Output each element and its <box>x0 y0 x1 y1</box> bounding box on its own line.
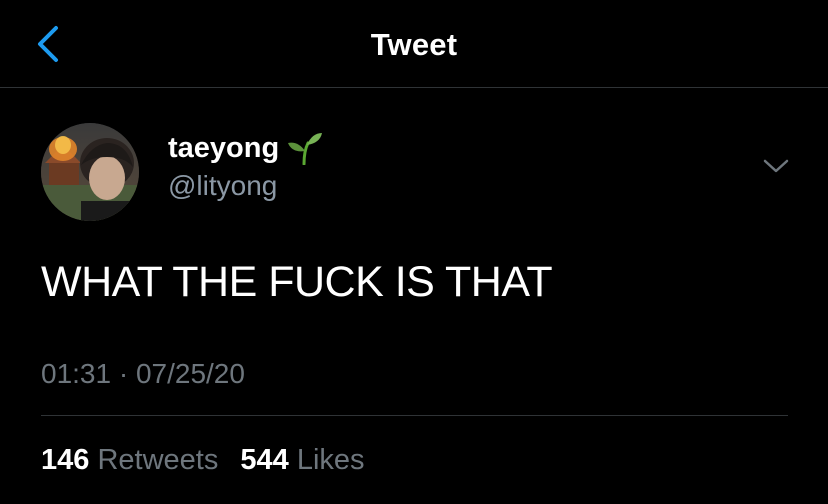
author-handle[interactable]: @lityong <box>168 170 277 202</box>
tweet-menu-button[interactable] <box>758 154 794 178</box>
seedling-icon <box>286 131 324 166</box>
likes-stat[interactable]: 544 Likes <box>240 444 364 477</box>
divider <box>41 415 788 416</box>
author-name-row[interactable]: taeyong <box>168 130 324 166</box>
avatar-photo <box>41 123 139 221</box>
chevron-down-icon <box>763 159 789 173</box>
avatar[interactable] <box>41 123 139 221</box>
top-bar: Tweet <box>0 0 828 88</box>
retweets-label: Retweets <box>97 444 219 476</box>
page-title: Tweet <box>370 27 458 62</box>
display-name[interactable]: taeyong <box>168 132 279 165</box>
tweet-stats: 146 Retweets 544 Likes <box>41 444 379 477</box>
likes-count: 544 <box>240 444 289 476</box>
likes-label: Likes <box>296 444 365 476</box>
retweets-stat[interactable]: 146 Retweets <box>41 444 218 477</box>
tweet-timestamp[interactable]: 01:31 · 07/25/20 <box>41 358 245 390</box>
tweet-text: WHAT THE FUCK IS THAT <box>41 258 553 306</box>
retweets-count: 146 <box>41 444 90 476</box>
